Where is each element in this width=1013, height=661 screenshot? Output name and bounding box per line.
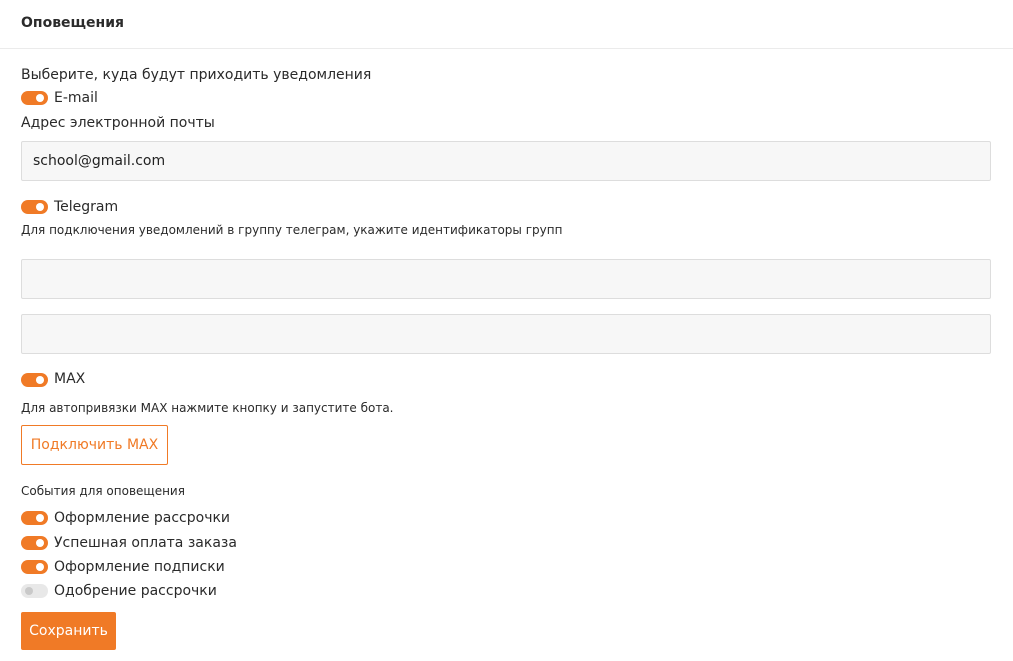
event-toggle[interactable] (21, 536, 48, 550)
toggle-knob (25, 587, 33, 595)
event-toggle-label: Оформление подписки (54, 559, 225, 575)
event-toggle[interactable] (21, 511, 48, 525)
event-toggle[interactable] (21, 560, 48, 574)
telegram-group-id-field[interactable] (21, 314, 991, 354)
email-field-label: Адрес электронной почты (21, 115, 215, 131)
event-toggle-label: Одобрение рассрочки (54, 583, 217, 599)
event-toggle-label: Успешная оплата заказа (54, 535, 237, 551)
email-toggle[interactable] (21, 91, 48, 105)
email-field[interactable] (21, 141, 991, 181)
toggle-knob (36, 563, 44, 571)
telegram-toggle[interactable] (21, 200, 48, 214)
max-toggle-label: MAX (54, 371, 86, 387)
toggle-knob (36, 94, 44, 102)
email-toggle-label: E-mail (54, 90, 98, 106)
toggle-knob (36, 203, 44, 211)
toggle-knob (36, 514, 44, 522)
events-title: События для оповещения (21, 484, 185, 498)
intro-text: Выберите, куда будут приходить уведомлен… (21, 67, 372, 83)
connect-max-button[interactable]: Подключить MAX (21, 425, 168, 465)
telegram-group-id-field[interactable] (21, 259, 991, 299)
toggle-knob (36, 539, 44, 547)
save-button[interactable]: Сохранить (21, 612, 116, 650)
event-toggle-label: Оформление рассрочки (54, 510, 231, 526)
page-title: Оповещения (21, 15, 124, 31)
page-header: Оповещения (0, 0, 1013, 49)
telegram-toggle-label: Telegram (54, 199, 119, 215)
event-toggle[interactable] (21, 584, 48, 598)
max-hint: Для автопривязки MAX нажмите кнопку и за… (21, 401, 394, 415)
toggle-knob (36, 376, 44, 384)
telegram-hint: Для подключения уведомлений в группу тел… (21, 223, 563, 237)
max-toggle[interactable] (21, 373, 48, 387)
